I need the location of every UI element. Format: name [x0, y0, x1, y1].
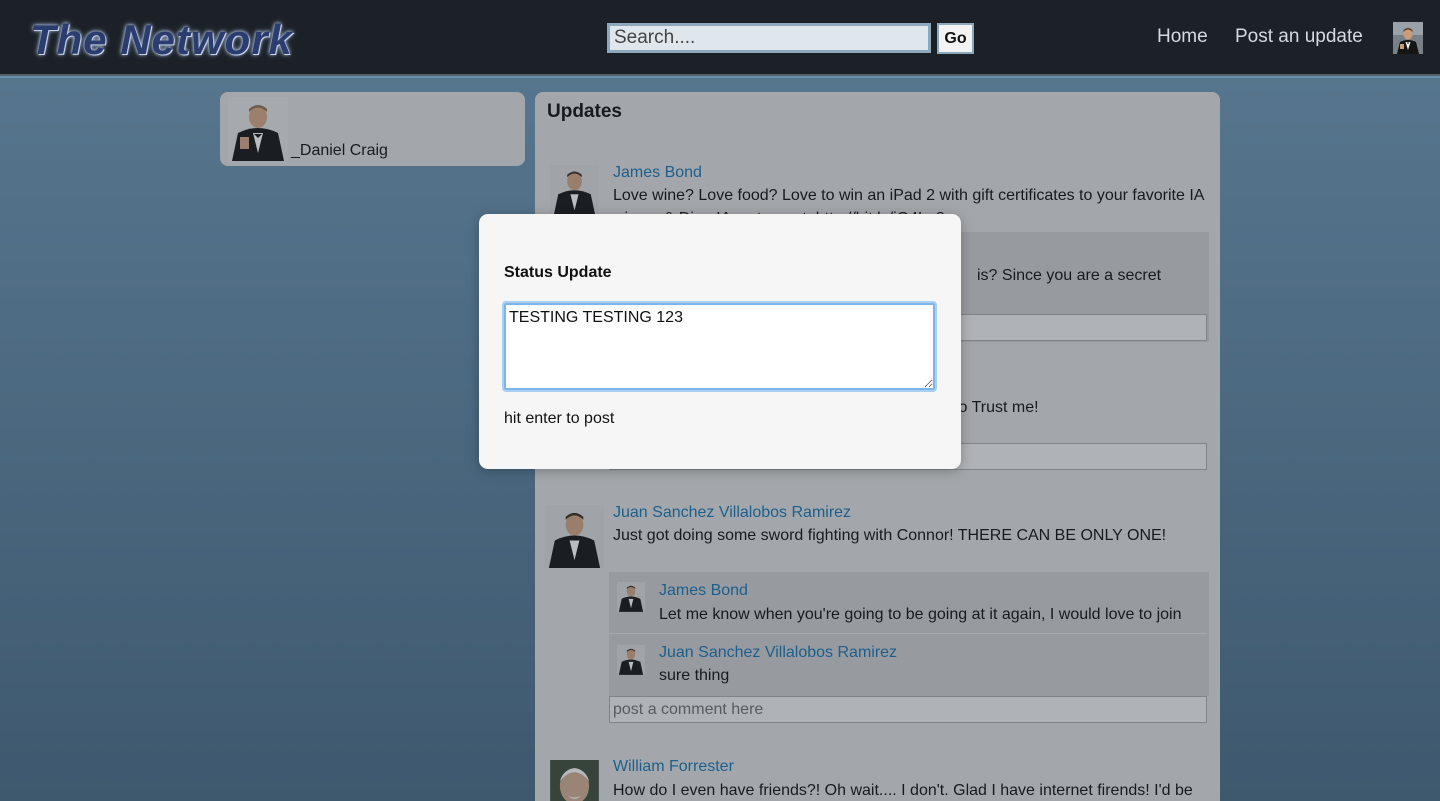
comment-author-link[interactable]: Juan Sanchez Villalobos Ramirez	[659, 644, 897, 662]
profile-card: _Daniel Craig	[220, 92, 525, 166]
site-logo[interactable]: The Network	[30, 16, 293, 64]
updates-title: Updates	[547, 101, 622, 122]
comment-author-link[interactable]: James Bond	[659, 582, 748, 600]
user-avatar[interactable]	[1392, 22, 1424, 54]
comment-text: Let me know when you're going to be goin…	[659, 606, 1182, 623]
post-author-link[interactable]: James Bond	[613, 164, 702, 182]
post-avatar[interactable]	[543, 505, 606, 568]
comment-item: James Bond Let me know when you're going…	[609, 572, 1207, 633]
tuxedo-portrait-icon	[228, 97, 288, 161]
modal-title: Status Update	[504, 264, 612, 281]
tuxedo-portrait-icon	[550, 165, 599, 217]
top-header: The Network Go Home Post an update	[0, 0, 1440, 76]
post-text: How do I even have friends?! Oh wait....…	[613, 782, 1193, 799]
nav-home-link[interactable]: Home	[1157, 26, 1208, 48]
comment-item: Juan Sanchez Villalobos Ramirez sure thi…	[609, 634, 1207, 696]
post-text: Just got doing some sword fighting with …	[613, 527, 1167, 544]
comment-avatar[interactable]	[617, 581, 645, 613]
comment-input[interactable]	[609, 696, 1207, 723]
post-avatar[interactable]	[543, 165, 606, 217]
white-haired-portrait-icon	[550, 760, 599, 801]
tuxedo-portrait-icon	[544, 505, 605, 568]
nav-post-update-link[interactable]: Post an update	[1235, 26, 1363, 48]
profile-avatar[interactable]	[228, 97, 288, 161]
post-avatar[interactable]	[543, 760, 606, 801]
comment-avatar[interactable]	[617, 644, 645, 676]
post-text: Love wine? Love food? Love to win an iPa…	[613, 187, 1205, 204]
post-author-link[interactable]: William Forrester	[613, 758, 734, 776]
comment-text: sure thing	[659, 667, 730, 684]
search-input[interactable]	[607, 23, 931, 53]
profile-name[interactable]: _Daniel Craig	[291, 142, 388, 160]
post-author-link[interactable]: Juan Sanchez Villalobos Ramirez	[613, 504, 851, 522]
status-textarea[interactable]: TESTING TESTING 123	[502, 301, 937, 392]
tuxedo-portrait-icon	[617, 645, 645, 675]
post-text-partial: lo Trust me!	[955, 399, 1039, 416]
search-go-button[interactable]: Go	[937, 23, 974, 54]
comments-block: James Bond Let me know when you're going…	[609, 572, 1209, 696]
status-update-modal: Status Update TESTING TESTING 123 hit en…	[479, 214, 961, 469]
modal-hint: hit enter to post	[504, 410, 615, 427]
comment-text: is? Since you are a secret	[977, 267, 1162, 284]
tuxedo-portrait-icon	[1393, 22, 1423, 54]
tuxedo-portrait-icon	[617, 582, 645, 612]
